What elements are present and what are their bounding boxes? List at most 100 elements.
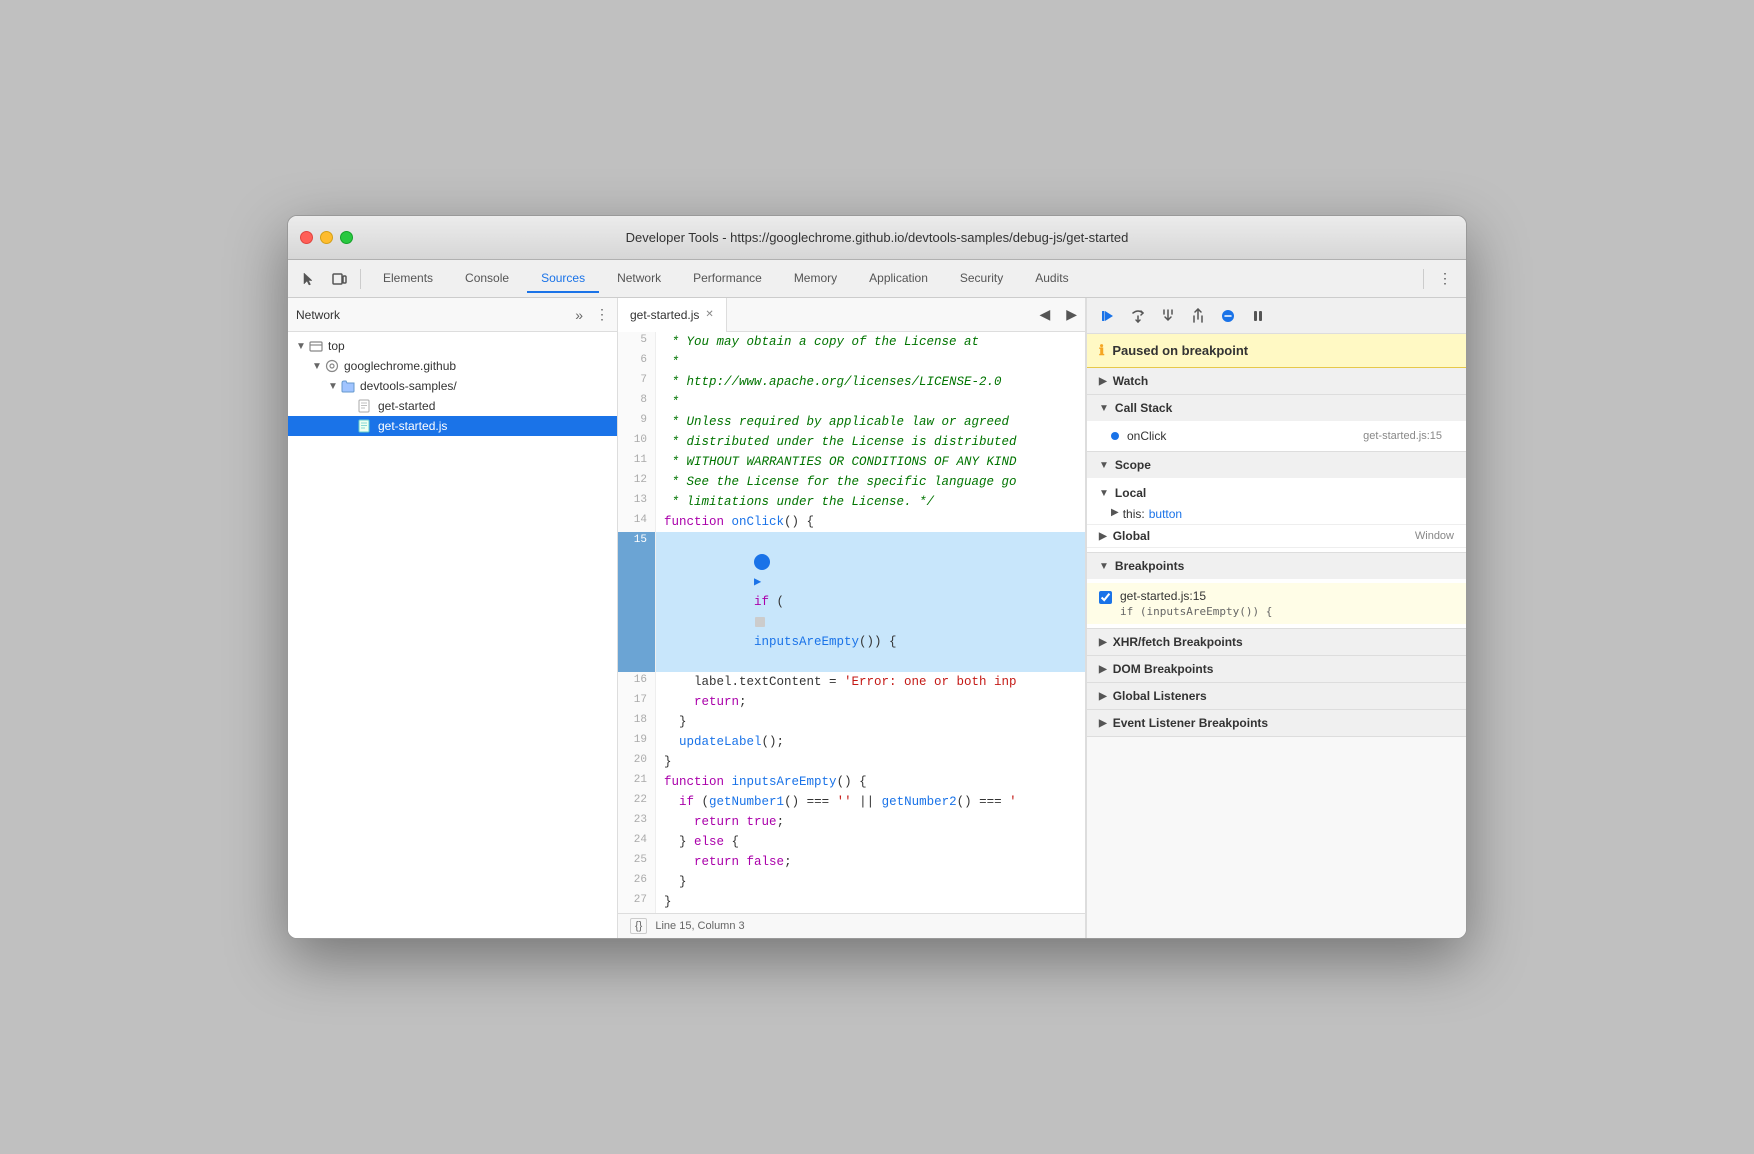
- event-listener-arrow: ▶: [1099, 718, 1107, 729]
- tree-item-get-started-js[interactable]: get-started.js: [288, 416, 617, 436]
- tree-item-googlechrome[interactable]: ▼ googlechrome.github: [288, 356, 617, 376]
- scope-header[interactable]: ▼ Scope: [1087, 452, 1466, 478]
- main-toolbar: Elements Console Sources Network Perform…: [288, 260, 1466, 298]
- pause-on-exception-button[interactable]: [1245, 303, 1271, 329]
- editor-tab-close[interactable]: ✕: [705, 309, 713, 320]
- file-tree-options[interactable]: ⋮: [595, 306, 609, 323]
- call-stack-header[interactable]: ▼ Call Stack: [1087, 395, 1466, 421]
- tab-memory[interactable]: Memory: [780, 265, 851, 293]
- resume-button[interactable]: [1095, 303, 1121, 329]
- file-tree-more[interactable]: »: [575, 307, 583, 323]
- format-button[interactable]: {}: [630, 918, 647, 934]
- maximize-button[interactable]: [340, 231, 353, 244]
- tab-application[interactable]: Application: [855, 265, 942, 293]
- tab-console[interactable]: Console: [451, 265, 523, 293]
- breakpoint-code: if (inputsAreEmpty()) {: [1120, 605, 1454, 618]
- breakpoint-checkbox[interactable]: [1099, 591, 1112, 604]
- cursor-position: Line 15, Column 3: [655, 920, 744, 932]
- editor-nav-next[interactable]: ▶: [1058, 306, 1085, 323]
- main-content: Network » ⋮ ▼ top: [288, 298, 1466, 938]
- tab-network[interactable]: Network: [603, 265, 675, 293]
- watch-header[interactable]: ▶ Watch: [1087, 368, 1466, 394]
- global-listeners-section: ▶ Global Listeners: [1087, 683, 1466, 710]
- paused-banner: ℹ Paused on breakpoint: [1087, 334, 1466, 368]
- file-tree-label: Network: [296, 308, 340, 322]
- breakpoints-header[interactable]: ▼ Breakpoints: [1087, 553, 1466, 579]
- call-stack-label: Call Stack: [1115, 401, 1172, 415]
- scope-label: Scope: [1115, 458, 1151, 472]
- tree-item-top[interactable]: ▼ top: [288, 336, 617, 356]
- scope-global-section: ▶ Global Window: [1087, 525, 1466, 548]
- xhr-header[interactable]: ▶ XHR/fetch Breakpoints: [1087, 629, 1466, 655]
- event-listener-header[interactable]: ▶ Event Listener Breakpoints: [1087, 710, 1466, 736]
- traffic-lights: [300, 231, 353, 244]
- xhr-arrow: ▶: [1099, 637, 1107, 648]
- window-title: Developer Tools - https://googlechrome.g…: [626, 230, 1129, 245]
- code-line-17: 17 return;: [618, 692, 1085, 712]
- editor-nav-prev[interactable]: ◀: [1031, 306, 1058, 323]
- scope-arrow: ▼: [1099, 460, 1109, 471]
- code-line-19: 19 updateLabel();: [618, 732, 1085, 752]
- paused-icon: ℹ: [1099, 342, 1104, 359]
- step-over-button[interactable]: [1125, 303, 1151, 329]
- tab-sources[interactable]: Sources: [527, 265, 599, 293]
- tree-item-get-started[interactable]: get-started: [288, 396, 617, 416]
- code-line-14: 14 function onClick() {: [618, 512, 1085, 532]
- call-stack-fn: onClick: [1127, 429, 1363, 443]
- global-listeners-arrow: ▶: [1099, 691, 1107, 702]
- close-button[interactable]: [300, 231, 313, 244]
- toolbar-divider: [360, 269, 361, 289]
- title-bar: Developer Tools - https://googlechrome.g…: [288, 216, 1466, 260]
- watch-arrow: ▶: [1099, 376, 1107, 387]
- breakpoints-label: Breakpoints: [1115, 559, 1184, 573]
- toolbar-divider-2: [1423, 269, 1424, 289]
- code-line-12: 12 * See the License for the specific la…: [618, 472, 1085, 492]
- call-stack-section: ▼ Call Stack onClick get-started.js:15: [1087, 395, 1466, 452]
- dom-header[interactable]: ▶ DOM Breakpoints: [1087, 656, 1466, 682]
- code-editor-panel: get-started.js ✕ ◀ ▶ 5 * You may obtain …: [618, 298, 1086, 938]
- scope-local-label: Local: [1115, 486, 1146, 500]
- deactivate-breakpoints-button[interactable]: [1215, 303, 1241, 329]
- dom-label: DOM Breakpoints: [1113, 662, 1214, 676]
- tab-performance[interactable]: Performance: [679, 265, 776, 293]
- tab-security[interactable]: Security: [946, 265, 1017, 293]
- scope-global-header[interactable]: ▶ Global Window: [1087, 525, 1466, 547]
- call-stack-loc: get-started.js:15: [1363, 430, 1442, 442]
- code-line-22: 22 if (getNumber1() === '' || getNumber2…: [618, 792, 1085, 812]
- global-listeners-header[interactable]: ▶ Global Listeners: [1087, 683, 1466, 709]
- device-icon[interactable]: [326, 266, 352, 292]
- code-line-5: 5 * You may obtain a copy of the License…: [618, 332, 1085, 352]
- code-line-16: 16 label.textContent = 'Error: one or bo…: [618, 672, 1085, 692]
- call-stack-item[interactable]: onClick get-started.js:15: [1087, 425, 1466, 447]
- scope-content: ▼ Local ▶ this: button ▶: [1087, 478, 1466, 552]
- code-line-25: 25 return false;: [618, 852, 1085, 872]
- scope-global-label: Global: [1113, 529, 1150, 543]
- watch-section: ▶ Watch: [1087, 368, 1466, 395]
- tab-audits[interactable]: Audits: [1021, 265, 1082, 293]
- step-into-button[interactable]: [1155, 303, 1181, 329]
- minimize-button[interactable]: [320, 231, 333, 244]
- breakpoints-section: ▼ Breakpoints get-started.js:15 if (inpu…: [1087, 553, 1466, 629]
- editor-tab-bar: get-started.js ✕ ◀ ▶: [618, 298, 1085, 332]
- scope-local-header[interactable]: ▼ Local: [1087, 482, 1466, 504]
- scope-this-item[interactable]: ▶ this: button: [1087, 504, 1466, 524]
- code-line-6: 6 *: [618, 352, 1085, 372]
- code-line-27: 27 }: [618, 892, 1085, 912]
- code-line-15: 15 ▶ if ( inputsAreEmpty()) {: [618, 532, 1085, 672]
- editor-tab-get-started-js[interactable]: get-started.js ✕: [618, 298, 727, 332]
- paused-text: Paused on breakpoint: [1112, 343, 1248, 358]
- event-listener-label: Event Listener Breakpoints: [1113, 716, 1268, 730]
- debugger-panel: ℹ Paused on breakpoint ▶ Watch ▼ Call St…: [1086, 298, 1466, 938]
- scope-this-key: this:: [1123, 507, 1145, 521]
- code-line-23: 23 return true;: [618, 812, 1085, 832]
- more-options-icon[interactable]: ⋮: [1432, 266, 1458, 292]
- step-out-button[interactable]: [1185, 303, 1211, 329]
- event-listener-breakpoints-section: ▶ Event Listener Breakpoints: [1087, 710, 1466, 737]
- code-content[interactable]: 5 * You may obtain a copy of the License…: [618, 332, 1085, 913]
- code-line-11: 11 * WITHOUT WARRANTIES OR CONDITIONS OF…: [618, 452, 1085, 472]
- cursor-icon[interactable]: [296, 266, 322, 292]
- tab-elements[interactable]: Elements: [369, 265, 447, 293]
- tree-item-devtools-samples[interactable]: ▼ devtools-samples/: [288, 376, 617, 396]
- code-line-8: 8 *: [618, 392, 1085, 412]
- editor-footer: {} Line 15, Column 3: [618, 913, 1085, 938]
